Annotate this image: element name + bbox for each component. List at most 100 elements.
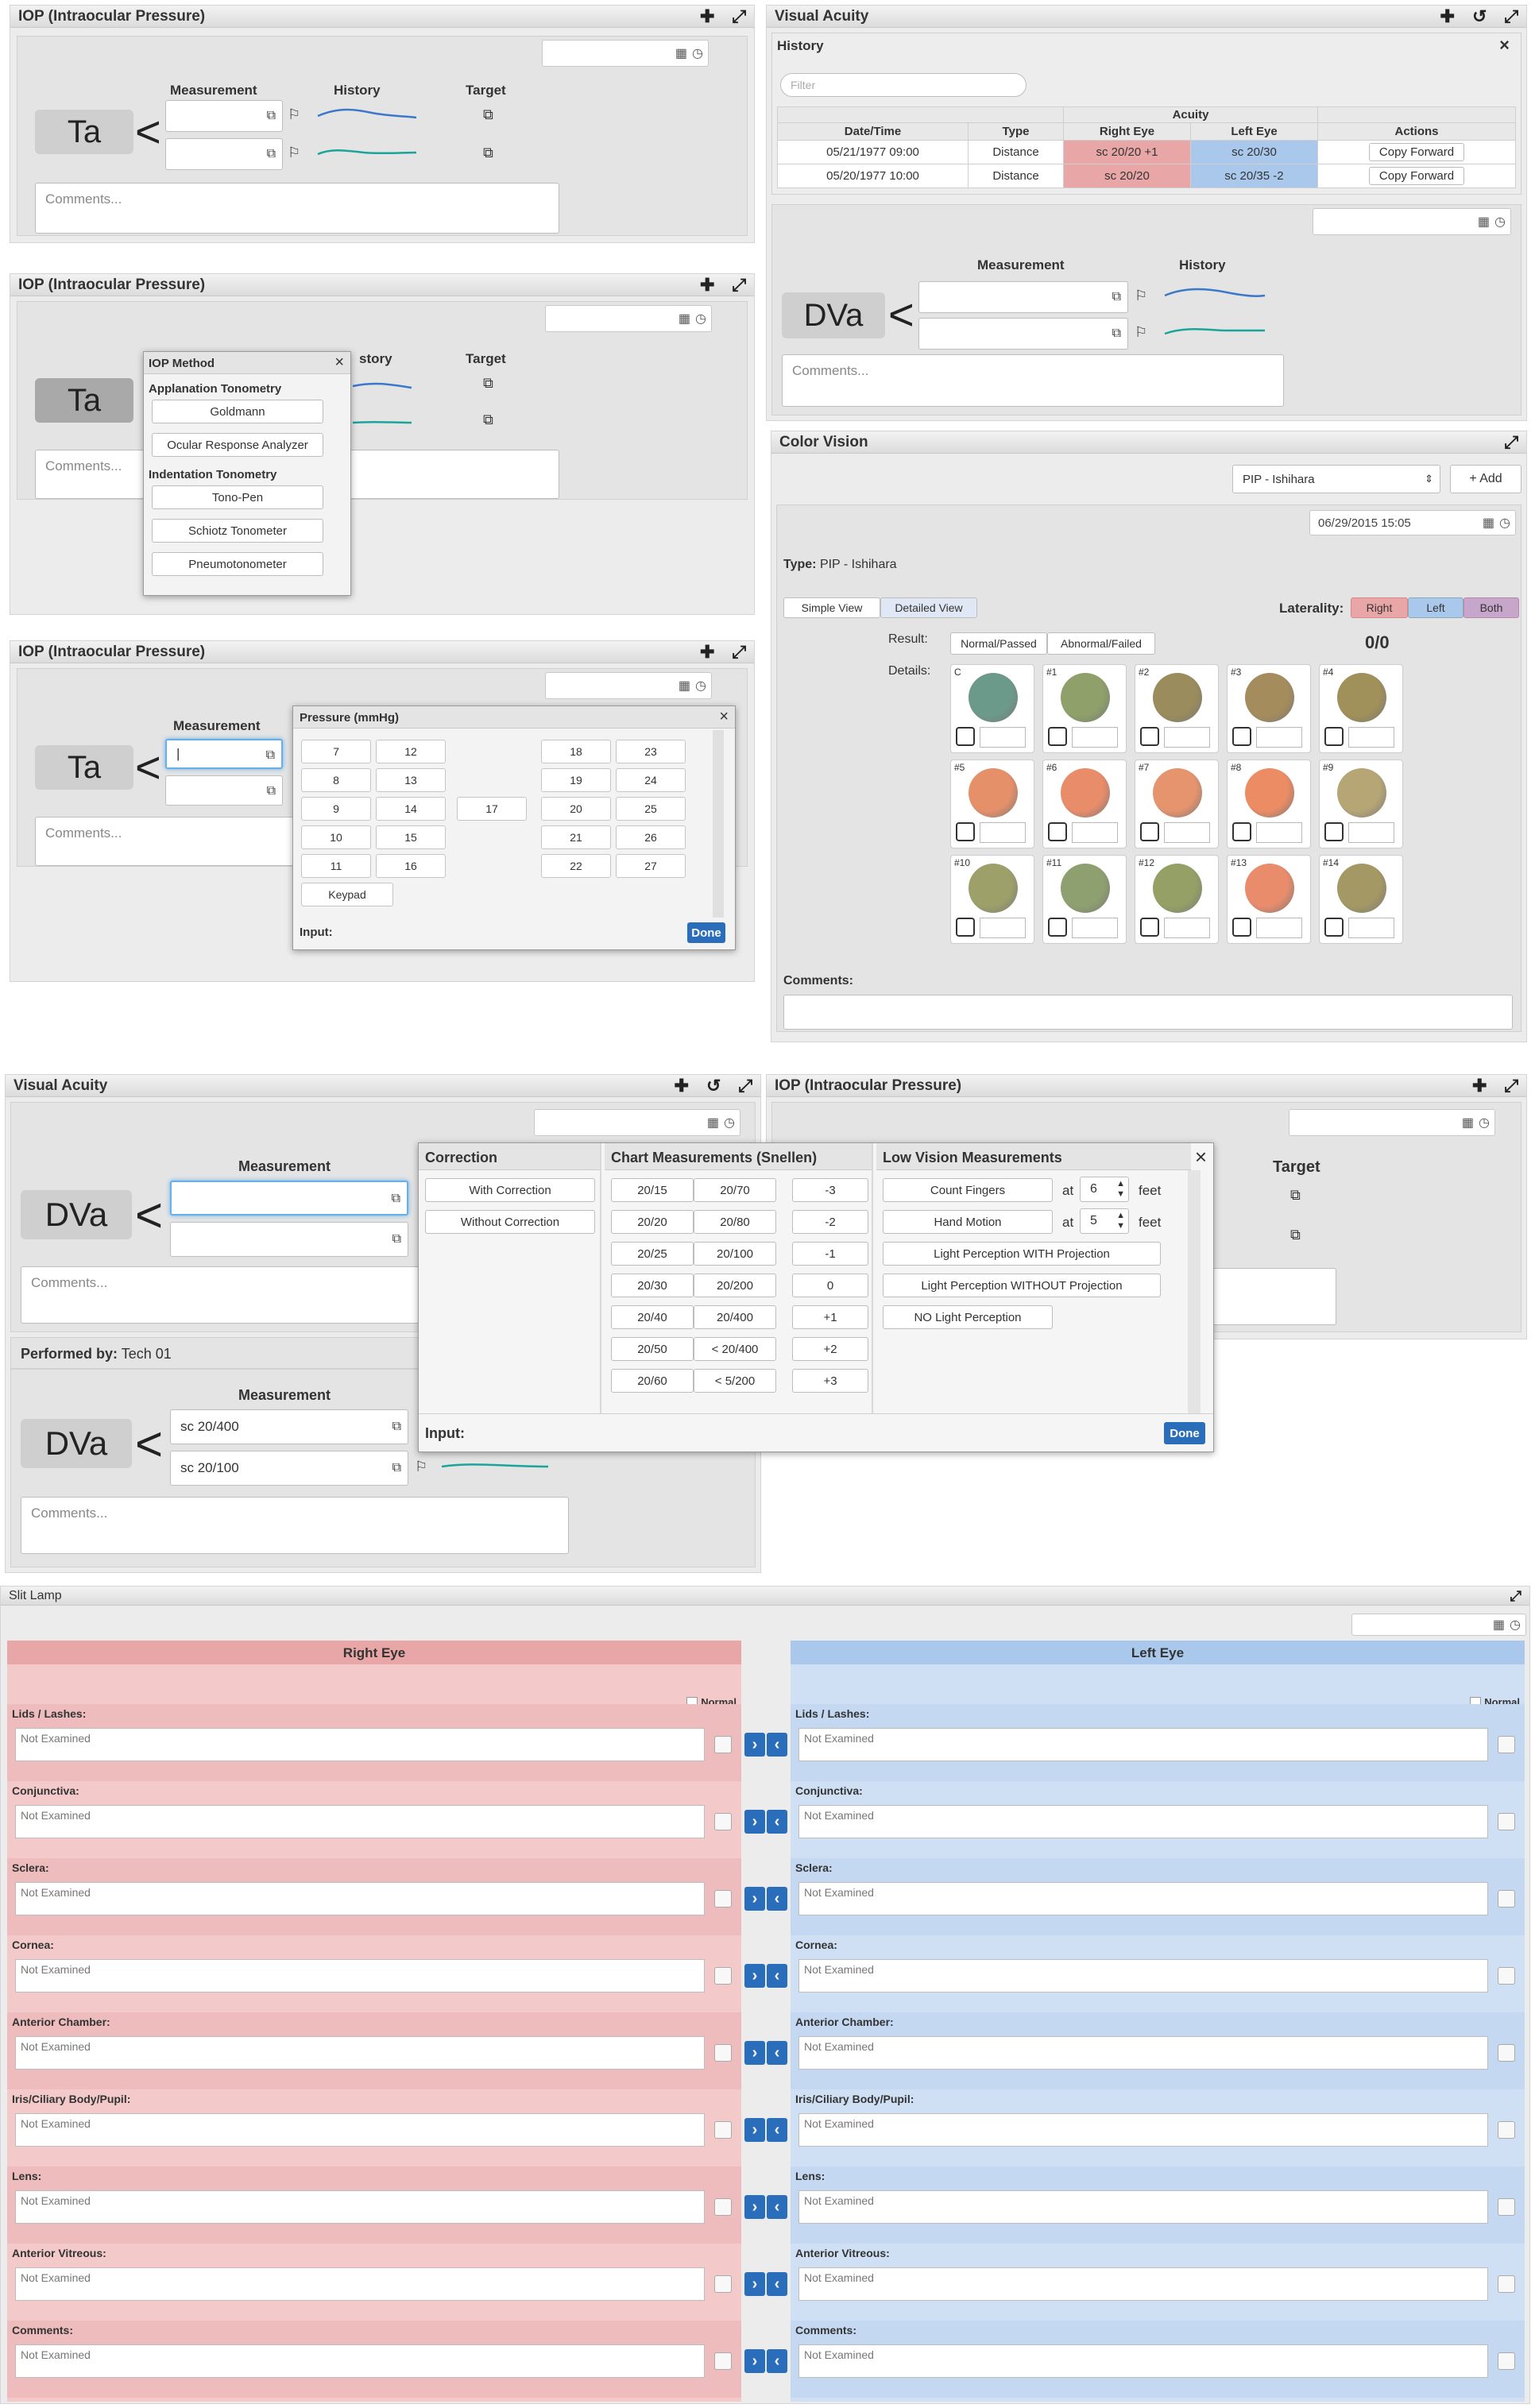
normal-row-checkbox[interactable] <box>1498 1736 1515 1753</box>
finding-field[interactable]: Not Examined <box>15 1959 705 1992</box>
normal-row-checkbox[interactable] <box>714 1736 732 1753</box>
copy-right-to-left-icon[interactable]: › <box>744 1810 765 1834</box>
close-icon[interactable]: × <box>334 354 344 372</box>
plate-answer-input[interactable] <box>1072 918 1118 938</box>
plate-answer-input[interactable] <box>1348 822 1394 843</box>
finding-field[interactable]: Not Examined <box>798 2036 1488 2070</box>
plate-answer-input[interactable] <box>1256 918 1302 938</box>
normal-row-checkbox[interactable] <box>1498 1890 1515 1907</box>
plate-answer-input[interactable] <box>980 822 1026 843</box>
target-link-icon[interactable]: ⧉ <box>483 106 493 123</box>
finding-field[interactable]: Not Examined <box>798 1728 1488 1761</box>
hand-motion-distance[interactable]: 5 ▲ ▼ <box>1080 1208 1129 1234</box>
hand-motion-button[interactable]: Hand Motion <box>883 1210 1053 1234</box>
plate-answer-input[interactable] <box>1072 727 1118 748</box>
add-icon[interactable]: ✚ <box>700 276 714 294</box>
copy-forward-button[interactable]: Copy Forward <box>1368 167 1465 185</box>
external-link-icon[interactable]: ⧉ <box>392 1420 401 1434</box>
date-input[interactable]: ▦ ◷ <box>1351 1614 1526 1636</box>
date-input[interactable]: 06/29/2015 15:05 ▦ ◷ <box>1309 510 1516 535</box>
close-icon[interactable]: × <box>1195 1145 1207 1169</box>
flag-icon[interactable]: ⚐ <box>288 106 300 123</box>
finding-field[interactable]: Not Examined <box>798 2113 1488 2147</box>
normal-row-checkbox[interactable] <box>714 1813 732 1830</box>
normal-row-checkbox[interactable] <box>714 2352 732 2370</box>
expand-icon[interactable]: ⤢ <box>738 1076 752 1095</box>
pressure-7[interactable]: 7 <box>301 740 371 763</box>
expand-icon[interactable]: ⤢ <box>1510 1589 1521 1603</box>
add-test-button[interactable]: + Add <box>1450 465 1521 493</box>
external-link-icon[interactable]: ⧉ <box>392 1192 400 1206</box>
count-fingers-button[interactable]: Count Fingers <box>883 1178 1053 1202</box>
external-link-icon[interactable]: ⧉ <box>267 784 276 798</box>
with-correction-button[interactable]: With Correction <box>425 1178 595 1202</box>
comments-field[interactable]: Comments... <box>35 183 559 234</box>
flag-icon[interactable]: ⚐ <box>415 1459 427 1475</box>
normal-row-checkbox[interactable] <box>1498 1813 1515 1830</box>
snellen-value-button[interactable]: +3 <box>792 1369 868 1393</box>
clock-icon[interactable]: ◷ <box>695 311 706 327</box>
measurement-os[interactable]: ⧉ <box>918 318 1128 350</box>
detailed-view-tab[interactable]: Detailed View <box>880 597 977 618</box>
snellen-value-button[interactable]: 20/70 <box>694 1178 776 1202</box>
external-link-icon[interactable]: ⧉ <box>392 1461 401 1475</box>
plate-checkbox[interactable] <box>1140 918 1159 937</box>
copy-right-to-left-icon[interactable]: › <box>744 2118 765 2142</box>
method-pneumo[interactable]: Pneumotonometer <box>152 552 323 576</box>
external-link-icon[interactable]: ⧉ <box>1112 327 1121 341</box>
calendar-icon[interactable]: ▦ <box>1483 516 1494 530</box>
filter-input[interactable]: Filter <box>780 73 1027 97</box>
iop-method-button[interactable]: Ta <box>35 110 133 154</box>
copy-right-to-left-icon[interactable]: › <box>744 1964 765 1988</box>
plate-checkbox[interactable] <box>956 822 975 841</box>
date-input[interactable]: ▦ ◷ <box>545 305 712 332</box>
expand-icon[interactable]: ⤢ <box>1504 433 1518 451</box>
normal-row-checkbox[interactable] <box>1498 2198 1515 2216</box>
measurement-os[interactable]: ⧉ <box>165 775 283 806</box>
external-link-icon[interactable]: ⧉ <box>266 748 275 763</box>
normal-passed-button[interactable]: Normal/Passed <box>950 632 1047 655</box>
add-icon[interactable]: ✚ <box>700 643 714 661</box>
expand-icon[interactable]: ⤢ <box>732 643 746 661</box>
done-button[interactable]: Done <box>687 922 725 943</box>
simple-view-tab[interactable]: Simple View <box>783 597 880 618</box>
copy-right-to-left-icon[interactable]: › <box>744 2349 765 2373</box>
copy-left-to-right-icon[interactable]: ‹ <box>767 1810 787 1834</box>
copy-left-to-right-icon[interactable]: ‹ <box>767 2041 787 2065</box>
snellen-value-button[interactable]: 20/100 <box>694 1242 776 1266</box>
pressure-12[interactable]: 12 <box>376 740 446 763</box>
finding-field[interactable]: Not Examined <box>798 1959 1488 1992</box>
plate-checkbox[interactable] <box>1232 822 1251 841</box>
clock-icon[interactable]: ◷ <box>1479 1115 1490 1131</box>
measurement-od[interactable]: | ⧉ <box>165 739 283 769</box>
snellen-value-button[interactable]: 20/40 <box>611 1305 694 1329</box>
laterality-left[interactable]: Left <box>1408 597 1463 618</box>
close-icon[interactable]: × <box>719 708 729 726</box>
expand-icon[interactable]: ⤢ <box>1504 7 1518 25</box>
finding-field[interactable]: Not Examined <box>15 2190 705 2224</box>
method-goldmann[interactable]: Goldmann <box>152 400 323 423</box>
plate-checkbox[interactable] <box>1048 918 1067 937</box>
snellen-value-button[interactable]: < 5/200 <box>694 1369 776 1393</box>
plate-checkbox[interactable] <box>956 918 975 937</box>
pressure-24[interactable]: 24 <box>616 768 686 792</box>
snellen-value-button[interactable]: 20/25 <box>611 1242 694 1266</box>
done-button[interactable]: Done <box>1164 1422 1205 1444</box>
dva-button[interactable]: DVa <box>21 1190 132 1239</box>
finding-field[interactable]: Not Examined <box>15 1805 705 1838</box>
expand-icon[interactable]: ⤢ <box>1504 1076 1518 1095</box>
stepper-icon[interactable]: ▲ ▼ <box>1116 1211 1125 1231</box>
stepper-icon[interactable]: ▲ ▼ <box>1116 1179 1125 1200</box>
date-input[interactable]: ▦ ◷ <box>542 40 709 67</box>
normal-row-checkbox[interactable] <box>1498 1967 1515 1985</box>
history-icon[interactable]: ↺ <box>706 1076 721 1095</box>
normal-row-checkbox[interactable] <box>714 2044 732 2062</box>
plate-checkbox[interactable] <box>1232 727 1251 746</box>
test-type-select[interactable]: PIP - Ishihara ⇕ <box>1232 465 1440 493</box>
snellen-value-button[interactable]: -3 <box>792 1178 868 1202</box>
add-icon[interactable]: ✚ <box>1472 1076 1487 1095</box>
expand-icon[interactable]: ⤢ <box>732 276 746 294</box>
add-icon[interactable]: ✚ <box>1440 7 1455 25</box>
measurement-os[interactable]: ⧉ <box>165 138 283 170</box>
snellen-value-button[interactable]: +1 <box>792 1305 868 1329</box>
